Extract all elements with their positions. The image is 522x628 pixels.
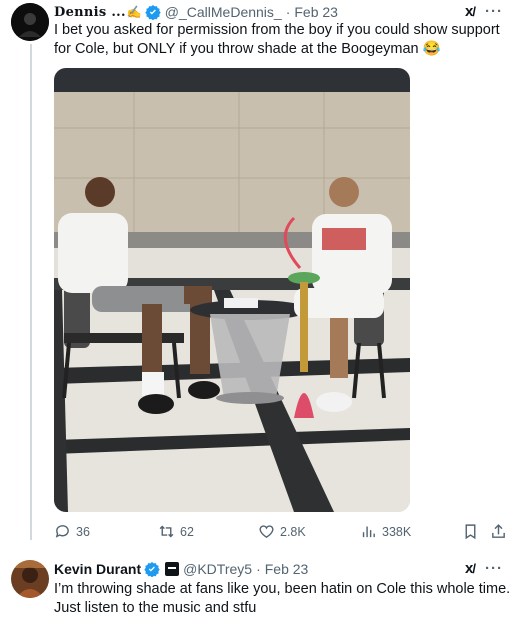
photo-illustration (54, 68, 410, 512)
more-options-icon[interactable]: ··· (485, 3, 503, 20)
name-emoji: ✍️ (126, 5, 142, 19)
separator-dot: · (256, 561, 261, 577)
grok-icon[interactable]: x/ (465, 3, 476, 20)
like-count: 2.8K (280, 524, 306, 539)
share-icon (492, 524, 505, 538)
views-chart-icon (362, 526, 375, 538)
bookmark-icon (465, 524, 476, 540)
repost-count: 62 (180, 524, 194, 539)
tweet-date[interactable]: Feb 23 (265, 561, 309, 577)
author-name[interactable]: Dennis ... (54, 5, 126, 20)
reply-count: 36 (76, 524, 90, 539)
tweet-dennis[interactable]: Dennis ... ✍️ @_CallMeDennis_ · Feb 23 x… (0, 0, 522, 550)
affiliate-badge-icon (165, 562, 180, 576)
tweet-kevin-durant[interactable]: Kevin Durant @KDTrey5 · Feb 23 x/ ··· I’… (0, 555, 522, 628)
grok-icon[interactable]: x/ (465, 560, 476, 577)
views-button[interactable]: 338K (360, 523, 411, 540)
tweet-text: I’m throwing shade at fans like you, bee… (54, 581, 511, 616)
avatar-dennis[interactable] (11, 3, 49, 41)
more-options-icon[interactable]: ··· (485, 560, 503, 577)
reply-icon (55, 525, 69, 538)
heart-icon (259, 525, 274, 539)
separator-dot: · (285, 4, 291, 20)
repost-icon (159, 525, 174, 538)
tweet-action-bar: 36 62 2.8K 338K (54, 523, 522, 543)
verified-badge-icon (145, 4, 161, 21)
repost-button[interactable]: 62 (158, 523, 194, 540)
author-handle[interactable]: @_CallMeDennis_ (165, 4, 282, 20)
reply-button[interactable]: 36 (54, 523, 90, 540)
like-button[interactable]: 2.8K (258, 523, 306, 540)
verified-badge-icon (144, 561, 160, 578)
author-name[interactable]: Kevin Durant (54, 561, 141, 577)
view-count: 338K (382, 524, 412, 539)
tweet-text: I bet you asked for permission from the … (54, 22, 500, 57)
bookmark-button[interactable] (462, 523, 479, 540)
share-button[interactable] (490, 523, 507, 540)
tweet-date[interactable]: Feb 23 (294, 4, 338, 20)
tweet-photo[interactable] (54, 68, 410, 512)
author-handle[interactable]: @KDTrey5 (183, 561, 252, 577)
avatar-kevin-durant[interactable] (11, 560, 49, 598)
